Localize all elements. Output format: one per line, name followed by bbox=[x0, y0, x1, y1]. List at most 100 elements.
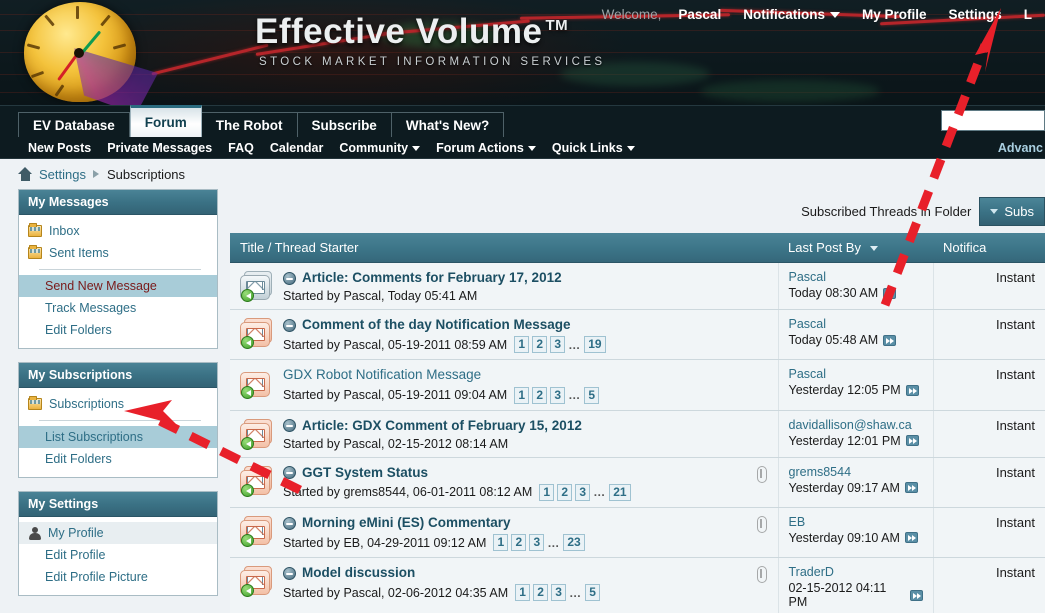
goto-last-post-icon[interactable] bbox=[905, 435, 919, 447]
table-row[interactable]: Comment of the day Notification Message S… bbox=[230, 309, 1045, 361]
user-name-link[interactable]: Pascal bbox=[667, 3, 732, 26]
last-post-user-link[interactable]: Pascal bbox=[789, 367, 923, 381]
thread-title-link[interactable]: Article: GDX Comment of February 15, 201… bbox=[302, 418, 582, 434]
sidebar-item-send-new-message[interactable]: Send New Message bbox=[19, 275, 217, 297]
sidebar-item-subscriptions[interactable]: Subscriptions bbox=[19, 393, 217, 415]
goto-last-post-icon[interactable] bbox=[883, 334, 897, 346]
sidebar-item-my-profile[interactable]: My Profile bbox=[19, 522, 217, 544]
cell-title: GDX Robot Notification Message Started by… bbox=[230, 359, 778, 411]
goto-last-post-icon[interactable] bbox=[909, 589, 923, 601]
page-link[interactable]: 5 bbox=[584, 386, 600, 404]
subnav-new-posts[interactable]: New Posts bbox=[20, 141, 99, 155]
page-link[interactable]: 23 bbox=[563, 534, 585, 552]
page-link[interactable]: 2 bbox=[532, 336, 548, 354]
cell-notification: Instant bbox=[932, 359, 1045, 411]
cell-title: Morning eMini (ES) Commentary Started by … bbox=[230, 507, 778, 559]
page-link[interactable]: 2 bbox=[532, 386, 548, 404]
thread-title-link[interactable]: GDX Robot Notification Message bbox=[283, 367, 481, 383]
brand-title: Effective Volume TM bbox=[255, 14, 606, 49]
subnav-private-messages[interactable]: Private Messages bbox=[99, 141, 220, 155]
sidebar-item-edit-profile-picture[interactable]: Edit Profile Picture bbox=[19, 566, 217, 588]
sidebar-item-edit-folders-subscriptions[interactable]: Edit Folders bbox=[19, 448, 217, 470]
table-row[interactable]: Model discussion Started by Pascal, 02-06… bbox=[230, 557, 1045, 613]
page-link[interactable]: 2 bbox=[533, 584, 549, 602]
search-box[interactable] bbox=[941, 110, 1045, 131]
folder-dropdown-button[interactable]: Subs bbox=[979, 196, 1045, 226]
cell-last-post: TraderD 02-15-2012 04:11 PM bbox=[777, 557, 933, 613]
table-header-row: Title / Thread Starter Last Post By Noti… bbox=[230, 233, 1045, 263]
thread-title-link[interactable]: GGT System Status bbox=[302, 465, 428, 481]
nav-settings[interactable]: Settings bbox=[937, 3, 1012, 26]
home-icon[interactable] bbox=[18, 167, 33, 181]
last-post-user-link[interactable]: TraderD bbox=[789, 565, 923, 579]
tab-forum[interactable]: Forum bbox=[129, 105, 202, 137]
tab-ev-database[interactable]: EV Database bbox=[18, 112, 130, 137]
folder-icon bbox=[28, 245, 42, 259]
thread-title-link[interactable]: Comment of the day Notification Message bbox=[302, 317, 571, 333]
goto-last-post-icon[interactable] bbox=[905, 384, 919, 396]
subnav-calendar[interactable]: Calendar bbox=[262, 141, 332, 155]
breadcrumb-settings[interactable]: Settings bbox=[39, 167, 86, 182]
nav-notifications[interactable]: Notifications bbox=[732, 3, 851, 26]
page-link[interactable]: 1 bbox=[539, 483, 555, 501]
last-post-user-link[interactable]: Pascal bbox=[789, 270, 923, 284]
goto-last-post-icon[interactable] bbox=[904, 482, 918, 494]
brand-subtitle: STOCK MARKET INFORMATION SERVICES bbox=[259, 56, 606, 68]
sidebar-item-label: Inbox bbox=[49, 224, 80, 238]
page-link[interactable]: 21 bbox=[609, 483, 631, 501]
subnav-community[interactable]: Community bbox=[331, 141, 428, 155]
page-link[interactable]: 1 bbox=[514, 386, 530, 404]
table-row[interactable]: GGT System Status Started by grems8544, 0… bbox=[230, 457, 1045, 508]
page-link[interactable]: 1 bbox=[514, 336, 530, 354]
subnav-faq[interactable]: FAQ bbox=[220, 141, 262, 155]
last-post-user-link[interactable]: Pascal bbox=[789, 317, 923, 331]
table-row[interactable]: Article: Comments for February 17, 2012 S… bbox=[230, 262, 1045, 311]
page-link[interactable]: 5 bbox=[585, 584, 601, 602]
tab-whats-new[interactable]: What's New? bbox=[391, 112, 505, 137]
thread-title-link[interactable]: Article: Comments for February 17, 2012 bbox=[302, 270, 562, 286]
page-link[interactable]: 2 bbox=[557, 483, 573, 501]
nav-logout[interactable]: L bbox=[1013, 3, 1043, 26]
page-ellipsis: … bbox=[568, 337, 582, 352]
last-post-user-link[interactable]: davidallison@shaw.ca bbox=[789, 418, 923, 432]
search-input[interactable] bbox=[942, 111, 1044, 130]
chevron-down-icon bbox=[990, 208, 999, 214]
tab-subscribe[interactable]: Subscribe bbox=[297, 112, 392, 137]
page-link[interactable]: 19 bbox=[584, 336, 606, 354]
last-post-user-link[interactable]: EB bbox=[789, 515, 923, 529]
page-link[interactable]: 3 bbox=[575, 483, 591, 501]
sidebar-item-sent-items[interactable]: Sent Items bbox=[19, 242, 217, 264]
page-link[interactable]: 3 bbox=[550, 386, 566, 404]
column-header-last-post[interactable]: Last Post By bbox=[778, 233, 933, 263]
table-row[interactable]: Article: GDX Comment of February 15, 201… bbox=[230, 410, 1045, 458]
sidebar-item-edit-folders-messages[interactable]: Edit Folders bbox=[19, 319, 217, 341]
table-row[interactable]: Morning eMini (ES) Commentary Started by … bbox=[230, 507, 1045, 559]
sidebar-item-edit-profile[interactable]: Edit Profile bbox=[19, 544, 217, 566]
page-link[interactable]: 1 bbox=[515, 584, 531, 602]
subnav-forum-actions[interactable]: Forum Actions bbox=[428, 141, 544, 155]
sidebar-item-track-messages[interactable]: Track Messages bbox=[19, 297, 217, 319]
last-post-user-link[interactable]: grems8544 bbox=[789, 465, 923, 479]
sidebar-item-list-subscriptions[interactable]: List Subscriptions bbox=[19, 426, 217, 448]
subnav-quick-links-label: Quick Links bbox=[551, 140, 623, 155]
goto-last-post-icon[interactable] bbox=[883, 287, 897, 299]
page-link[interactable]: 3 bbox=[529, 534, 545, 552]
sidebar-item-inbox[interactable]: Inbox bbox=[19, 220, 217, 242]
tab-the-robot[interactable]: The Robot bbox=[201, 112, 298, 137]
subnav-quick-links[interactable]: Quick Links bbox=[544, 141, 643, 155]
thread-starter: Started by Pascal, 05-19-2011 09:04 AM bbox=[283, 388, 508, 403]
advanced-search-link[interactable]: Advanc bbox=[990, 141, 1045, 155]
goto-last-post-icon[interactable] bbox=[904, 532, 918, 544]
page-link[interactable]: 1 bbox=[493, 534, 509, 552]
table-row[interactable]: GDX Robot Notification Message Started by… bbox=[230, 359, 1045, 411]
thread-title-link[interactable]: Model discussion bbox=[302, 565, 415, 581]
thread-title-link[interactable]: Morning eMini (ES) Commentary bbox=[302, 515, 511, 531]
page-link[interactable]: 3 bbox=[550, 336, 566, 354]
nav-my-profile[interactable]: My Profile bbox=[851, 3, 938, 26]
column-header-notification[interactable]: Notifica bbox=[933, 233, 1045, 263]
column-header-title[interactable]: Title / Thread Starter bbox=[230, 233, 778, 263]
page-link[interactable]: 3 bbox=[551, 584, 567, 602]
page-link[interactable]: 2 bbox=[511, 534, 527, 552]
cell-notification: Instant bbox=[932, 262, 1045, 311]
cell-title: Article: GDX Comment of February 15, 201… bbox=[230, 410, 778, 458]
